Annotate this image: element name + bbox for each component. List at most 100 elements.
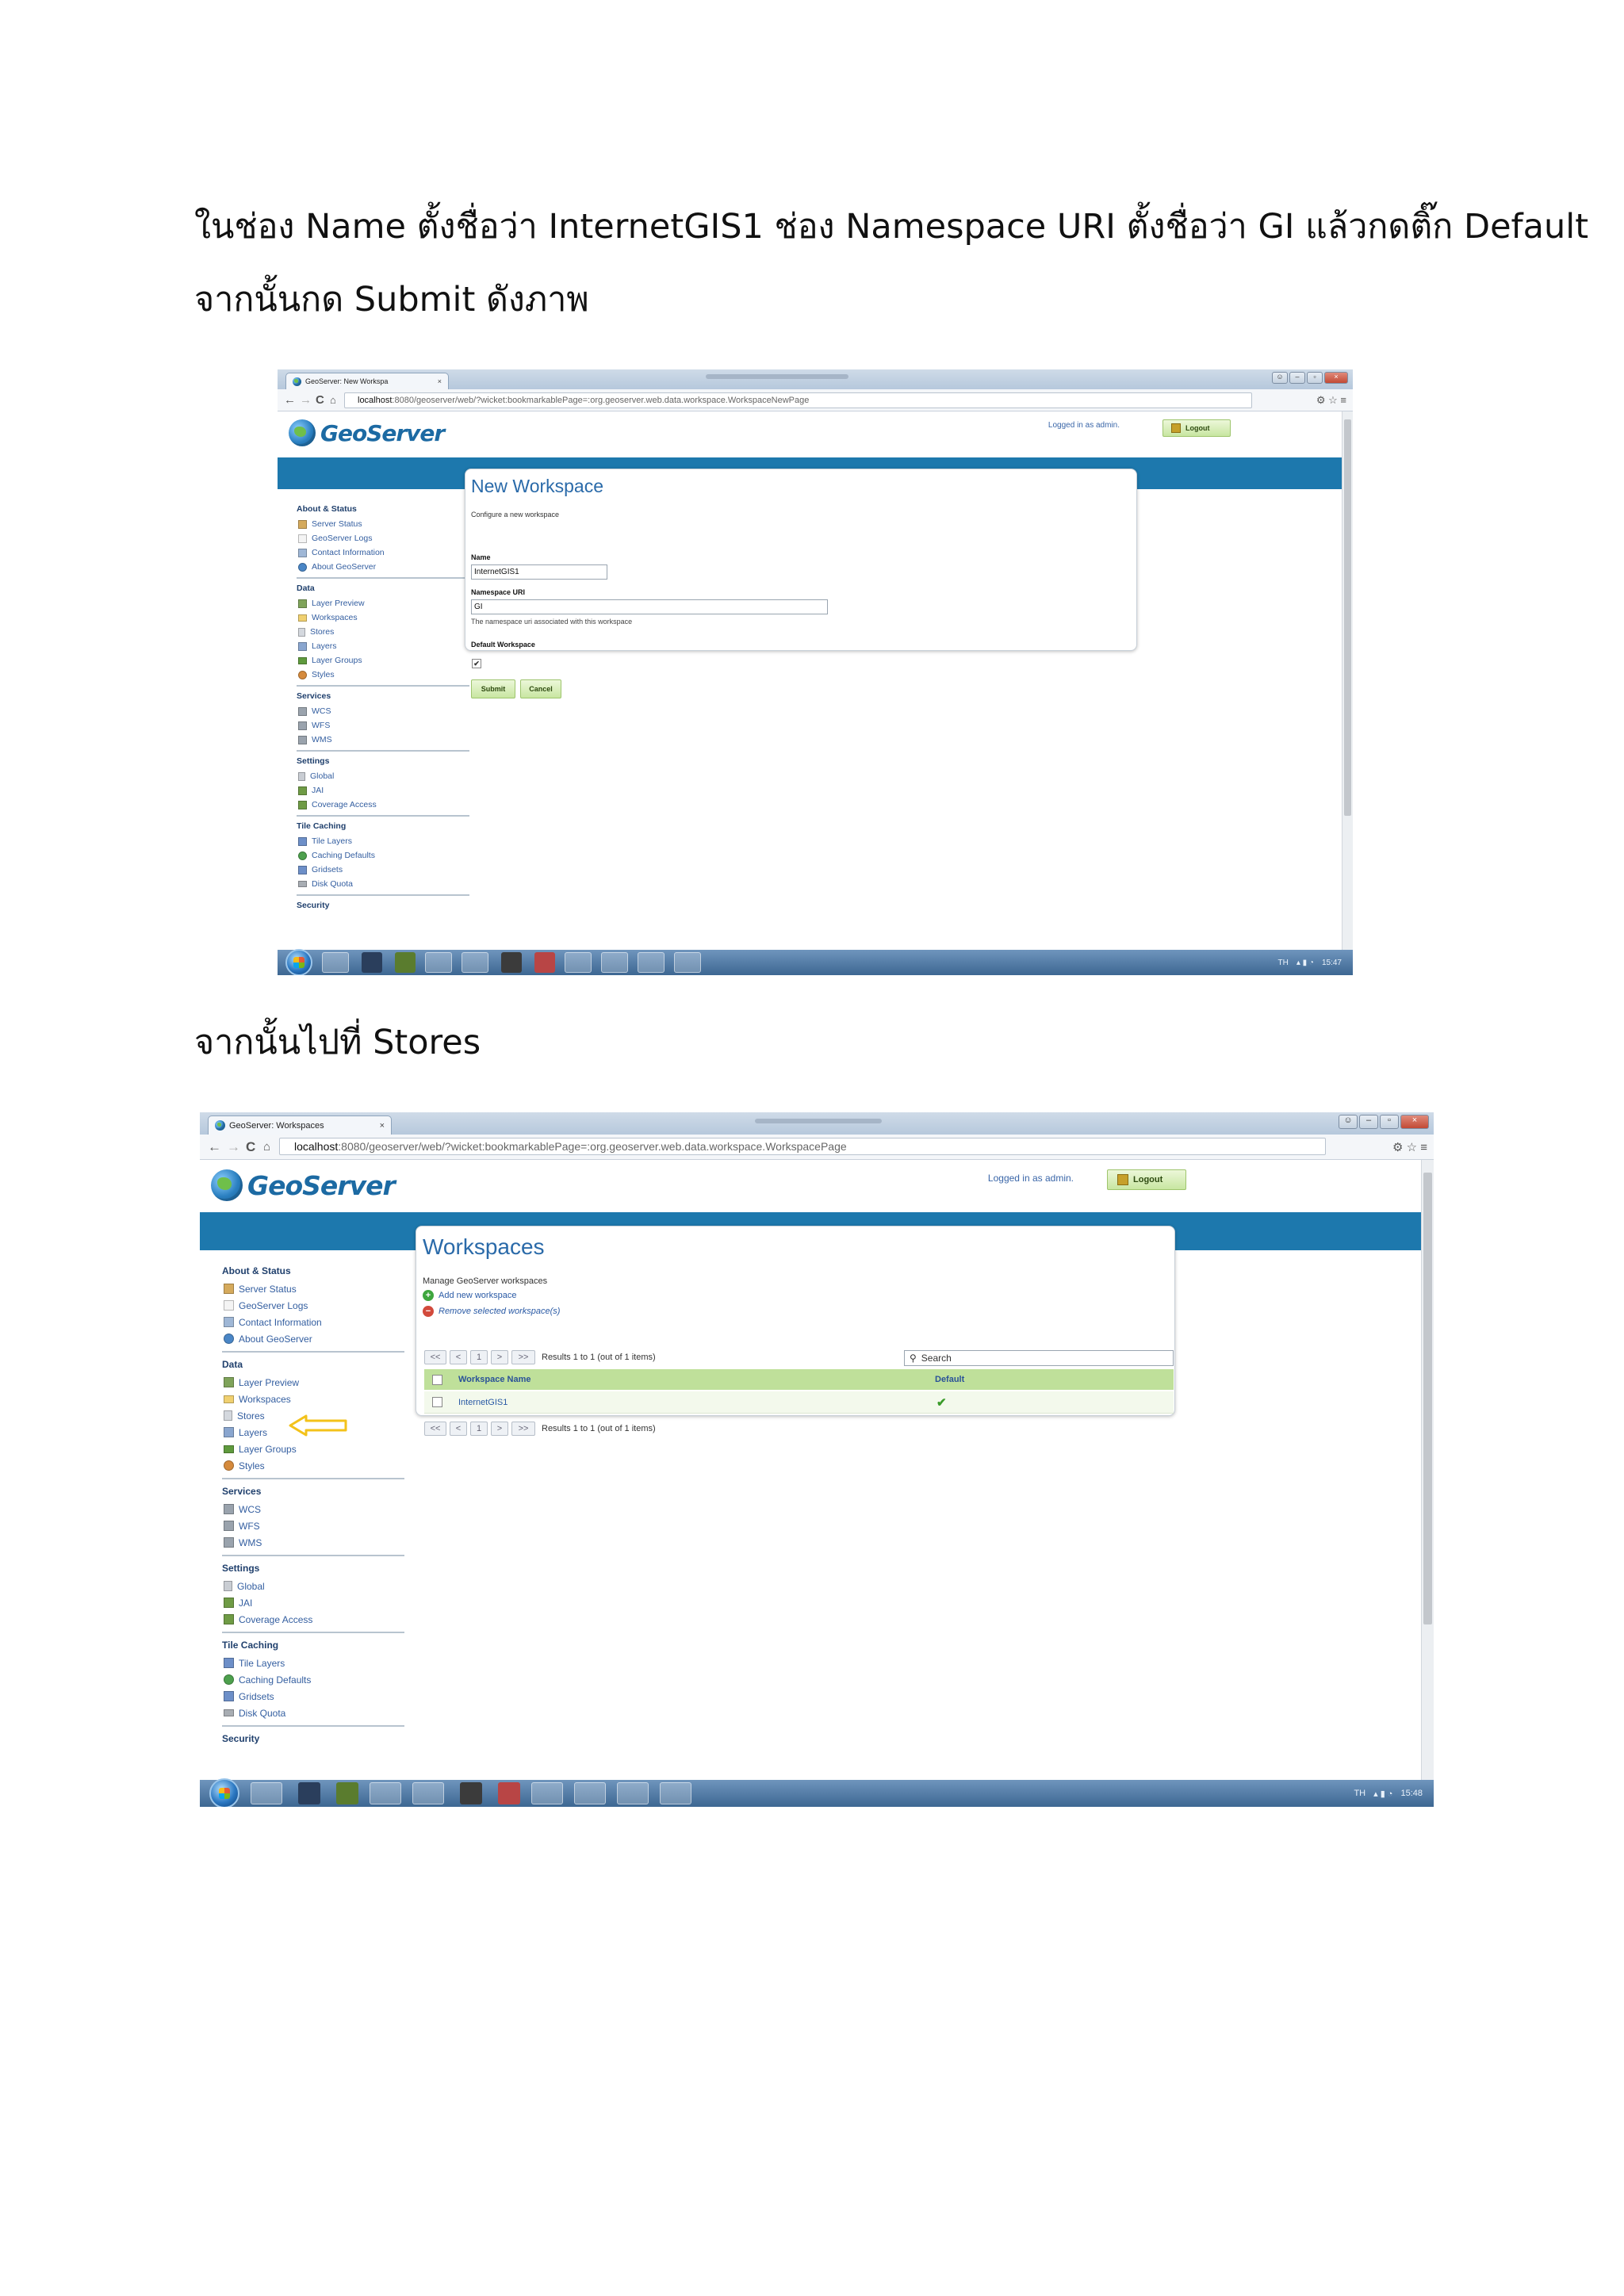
- start-orb-icon[interactable]: [209, 1778, 239, 1807]
- tray-language[interactable]: TH: [1354, 1789, 1365, 1798]
- pager-first-button[interactable]: <<: [424, 1422, 446, 1436]
- pager-prev-button[interactable]: <: [450, 1422, 467, 1436]
- tray-language[interactable]: TH: [1278, 959, 1289, 967]
- sidebar-item-wcs[interactable]: WCS: [222, 1501, 404, 1517]
- taskbar-app-icon[interactable]: [395, 952, 416, 973]
- taskbar-app-icon[interactable]: [638, 952, 665, 973]
- sidebar-item-jai[interactable]: JAI: [297, 783, 469, 798]
- sidebar-item-wms[interactable]: WMS: [297, 733, 469, 747]
- pager-next-button[interactable]: >: [491, 1350, 508, 1364]
- profile-icon[interactable]: ☺: [1339, 1115, 1358, 1129]
- reload-icon[interactable]: C: [246, 1139, 255, 1155]
- taskbar-app-icon[interactable]: [298, 1782, 320, 1804]
- profile-icon[interactable]: ☺: [1272, 372, 1288, 384]
- home-icon[interactable]: ⌂: [330, 394, 336, 406]
- taskbar-app-icon[interactable]: [565, 952, 592, 973]
- taskbar-app-icon[interactable]: [370, 1782, 401, 1804]
- pager-last-button[interactable]: >>: [511, 1422, 535, 1436]
- start-orb-icon[interactable]: [285, 949, 312, 975]
- cancel-button[interactable]: Cancel: [520, 679, 561, 698]
- forward-icon[interactable]: →: [227, 1139, 240, 1155]
- geoserver-logo[interactable]: GeoServer: [211, 1169, 396, 1201]
- sidebar-item-about-geoserver[interactable]: About GeoServer: [297, 560, 469, 574]
- sidebar-item-geoserver-logs[interactable]: GeoServer Logs: [297, 531, 469, 545]
- minimize-icon[interactable]: –: [1289, 372, 1305, 384]
- url-field[interactable]: localhost:8080/geoserver/web/?wicket:boo…: [279, 1138, 1326, 1155]
- taskbar-word-icon[interactable]: [601, 952, 628, 973]
- taskbar-app-icon[interactable]: [362, 952, 382, 973]
- sidebar-item-contact[interactable]: Contact Information: [297, 545, 469, 560]
- sidebar-item-disk-quota[interactable]: Disk Quota: [222, 1705, 404, 1721]
- sidebar-item-layers[interactable]: Layers: [297, 639, 469, 653]
- sidebar-item-wfs[interactable]: WFS: [222, 1517, 404, 1534]
- taskbar-app-icon[interactable]: [617, 1782, 649, 1804]
- sidebar-item-coverage-access[interactable]: Coverage Access: [222, 1611, 404, 1628]
- reload-icon[interactable]: C: [316, 393, 324, 407]
- close-window-icon[interactable]: ×: [1400, 1115, 1429, 1129]
- taskbar-app-icon[interactable]: [460, 1782, 482, 1804]
- sidebar-item-server-status[interactable]: Server Status: [297, 517, 469, 531]
- add-workspace-link[interactable]: + Add new workspace: [423, 1290, 516, 1301]
- taskbar-app-icon[interactable]: [425, 952, 452, 973]
- taskbar-app-icon[interactable]: [498, 1782, 520, 1804]
- back-icon[interactable]: ←: [208, 1139, 221, 1155]
- scrollbar-thumb[interactable]: [1344, 419, 1351, 816]
- sidebar-item-about-geoserver[interactable]: About GeoServer: [222, 1330, 404, 1347]
- sidebar-item-tile-layers[interactable]: Tile Layers: [297, 834, 469, 848]
- select-all-checkbox[interactable]: [432, 1374, 442, 1385]
- pager-page-button[interactable]: 1: [470, 1350, 488, 1364]
- sidebar-item-workspaces[interactable]: Workspaces: [297, 610, 469, 625]
- sidebar-item-gridsets[interactable]: Gridsets: [222, 1688, 404, 1705]
- pager-first-button[interactable]: <<: [424, 1350, 446, 1364]
- logout-button[interactable]: Logout: [1107, 1169, 1186, 1190]
- sidebar-item-wms[interactable]: WMS: [222, 1534, 404, 1551]
- sidebar-item-global[interactable]: Global: [222, 1578, 404, 1594]
- sidebar-item-coverage-access[interactable]: Coverage Access: [297, 798, 469, 812]
- sidebar-item-caching-defaults[interactable]: Caching Defaults: [222, 1671, 404, 1688]
- bookmark-star-icon[interactable]: ⚙ ☆ ≡: [1392, 1140, 1427, 1154]
- minimize-icon[interactable]: –: [1359, 1115, 1378, 1129]
- pager-prev-button[interactable]: <: [450, 1350, 467, 1364]
- sidebar-item-layer-preview[interactable]: Layer Preview: [222, 1374, 404, 1391]
- remove-workspace-link[interactable]: − Remove selected workspace(s): [423, 1306, 560, 1317]
- taskbar-app-icon[interactable]: [531, 1782, 563, 1804]
- search-input[interactable]: ⚲ Search: [904, 1350, 1174, 1366]
- tray-clock[interactable]: 15:48: [1400, 1789, 1423, 1798]
- bookmark-star-icon[interactable]: ⚙ ☆ ≡: [1316, 394, 1346, 407]
- tray-network-icon[interactable]: ▴ ▮ ◔: [1373, 1789, 1392, 1799]
- back-icon[interactable]: ←: [284, 393, 296, 407]
- taskbar-app-icon[interactable]: [412, 1782, 444, 1804]
- scrollbar-thumb[interactable]: [1423, 1173, 1432, 1624]
- page-scrollbar[interactable]: [1421, 1160, 1434, 1780]
- maximize-icon[interactable]: ▫: [1380, 1115, 1399, 1129]
- taskbar-chrome-icon[interactable]: [251, 1782, 282, 1804]
- sidebar-item-wcs[interactable]: WCS: [297, 704, 469, 718]
- logout-button[interactable]: Logout: [1162, 419, 1231, 437]
- submit-button[interactable]: Submit: [471, 679, 515, 698]
- sidebar-item-wfs[interactable]: WFS: [297, 718, 469, 733]
- home-icon[interactable]: ⌂: [263, 1140, 270, 1154]
- tray-clock[interactable]: 15:47: [1322, 959, 1342, 967]
- pager-next-button[interactable]: >: [491, 1422, 508, 1436]
- taskbar-chrome-icon[interactable]: [322, 952, 349, 973]
- namespace-uri-input[interactable]: GI: [471, 599, 828, 614]
- close-window-icon[interactable]: ×: [1324, 372, 1348, 384]
- pager-page-button[interactable]: 1: [470, 1422, 488, 1436]
- url-field[interactable]: localhost:8080/geoserver/web/?wicket:boo…: [344, 392, 1252, 408]
- taskbar-pdf-icon[interactable]: [674, 952, 701, 973]
- close-tab-icon[interactable]: ×: [438, 377, 442, 385]
- sidebar-item-geoserver-logs[interactable]: GeoServer Logs: [222, 1297, 404, 1314]
- sidebar-item-layer-groups[interactable]: Layer Groups: [297, 653, 469, 668]
- maximize-icon[interactable]: ▫: [1307, 372, 1323, 384]
- page-scrollbar[interactable]: [1342, 411, 1353, 950]
- taskbar-app-icon[interactable]: [336, 1782, 358, 1804]
- taskbar-word-icon[interactable]: [574, 1782, 606, 1804]
- taskbar-app-icon[interactable]: [501, 952, 522, 973]
- row-checkbox[interactable]: [432, 1397, 442, 1407]
- sidebar-item-server-status[interactable]: Server Status: [222, 1280, 404, 1297]
- sidebar-item-contact[interactable]: Contact Information: [222, 1314, 404, 1330]
- taskbar-app-icon[interactable]: [534, 952, 555, 973]
- taskbar-app-icon[interactable]: [462, 952, 488, 973]
- column-workspace-name[interactable]: Workspace Name: [458, 1375, 531, 1384]
- sidebar-item-gridsets[interactable]: Gridsets: [297, 863, 469, 877]
